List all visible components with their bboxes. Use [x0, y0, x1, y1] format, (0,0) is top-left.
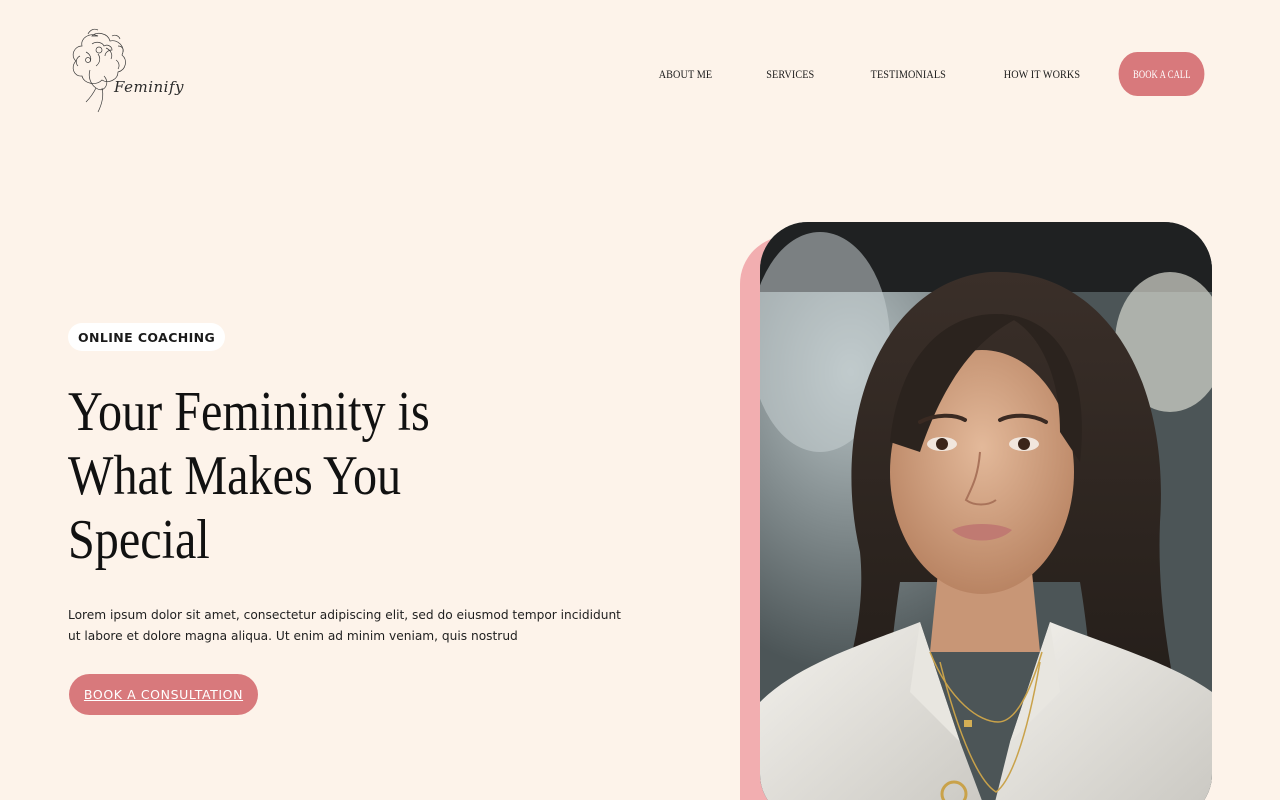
nav-item-services[interactable]: SERVICES	[766, 67, 814, 82]
headline-line-3: Special	[68, 509, 210, 571]
floral-woman-line-art-icon	[72, 28, 126, 113]
hero-portrait-photo	[760, 222, 1212, 800]
landing-page: Feminify ABOUT ME SERVICES TESTIMONIALS …	[0, 0, 1280, 800]
brand-wordmark: Feminify	[114, 78, 184, 96]
nav-item-how-it-works[interactable]: HOW IT WORKS	[1004, 67, 1080, 82]
main-nav: ABOUT ME SERVICES TESTIMONIALS HOW IT WO…	[654, 52, 1212, 96]
hero-description: Lorem ipsum dolor sit amet, consectetur …	[68, 608, 621, 643]
nav-item-about-me[interactable]: ABOUT ME	[659, 67, 712, 82]
brand-logo[interactable]: Feminify	[68, 26, 183, 120]
nav-item-testimonials[interactable]: TESTIMONIALS	[870, 67, 945, 82]
hero-headline: Your Femininity is What Makes You Specia…	[68, 380, 515, 572]
portrait-illustration	[760, 222, 1212, 800]
book-a-call-button[interactable]: BOOK A CALL	[1118, 52, 1205, 96]
book-consultation-label: BOOK A CONSULTATION	[83, 687, 244, 702]
headline-line-2: What Makes You	[68, 445, 402, 507]
headline-line-1: Your Femininity is	[68, 381, 430, 443]
online-coaching-badge: ONLINE COACHING	[68, 323, 226, 351]
book-consultation-button[interactable]: BOOK A CONSULTATION	[69, 674, 258, 715]
book-a-call-label: BOOK A CALL	[1132, 66, 1191, 81]
